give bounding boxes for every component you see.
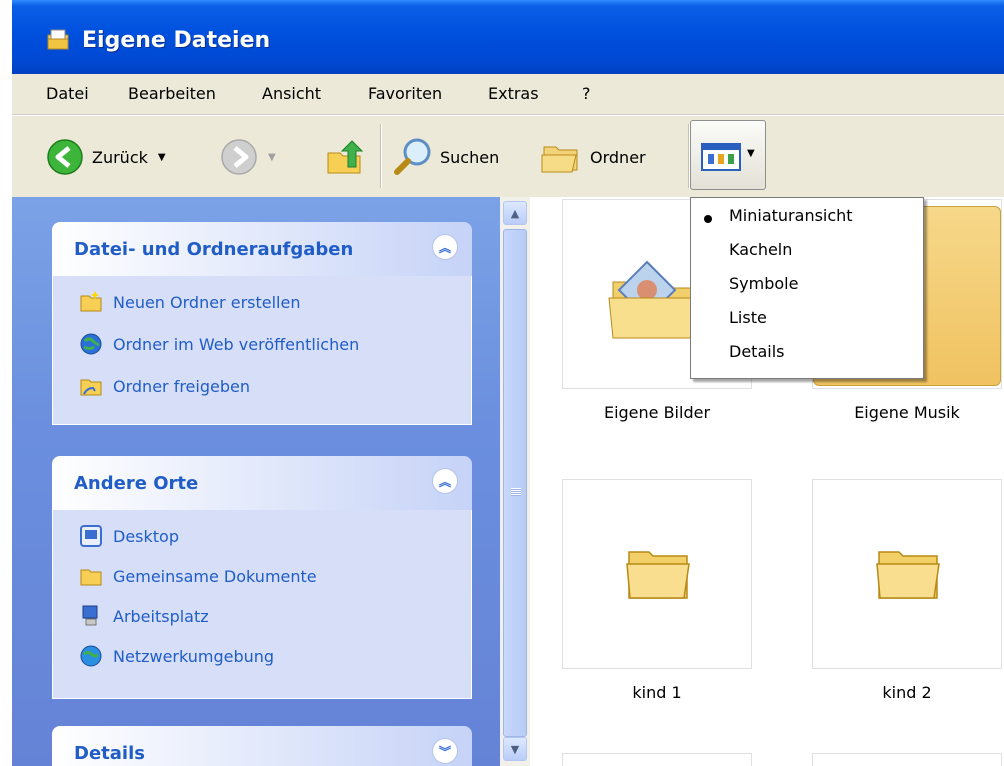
folders-button[interactable]: Ordner (540, 136, 646, 178)
view-option-miniaturansicht[interactable]: Miniaturansicht (729, 206, 853, 225)
item-label: Eigene Musik (854, 403, 960, 422)
selected-bullet-icon (704, 215, 712, 223)
title-bar[interactable]: Eigene Dateien (12, 0, 1004, 74)
item-label: kind 2 (882, 683, 932, 702)
desktop-icon (80, 525, 102, 547)
network-label: Netzwerkumgebung (113, 646, 275, 666)
share-folder-label: Ordner freigeben (113, 376, 250, 396)
menu-ansicht[interactable]: Ansicht (262, 84, 321, 103)
search-button[interactable]: Suchen (392, 136, 499, 178)
places-panel-body: Desktop Gemeinsame Dokumente Arbeitsplat… (52, 510, 472, 699)
menu-favoriten[interactable]: Favoriten (368, 84, 442, 103)
computer-icon (82, 605, 98, 626)
new-folder-link[interactable]: Neuen Ordner erstellen (79, 290, 300, 314)
view-option-symbole[interactable]: Symbole (729, 274, 798, 293)
collapse-icon[interactable]: ︽ (432, 468, 458, 494)
vertical-scrollbar[interactable]: ▲ ▼ (500, 197, 530, 766)
view-option-kacheln[interactable]: Kacheln (729, 240, 792, 259)
up-folder-button[interactable] (324, 136, 364, 178)
new-folder-label: Neuen Ordner erstellen (113, 292, 301, 312)
views-button[interactable]: ▼ (690, 120, 766, 190)
new-folder-icon (80, 291, 102, 312)
folder-icon (80, 569, 102, 586)
scroll-thumb[interactable] (503, 229, 527, 737)
menu-datei[interactable]: Datei (46, 84, 89, 103)
window-title: Eigene Dateien (82, 28, 271, 53)
details-panel-header[interactable]: Details ︾ (52, 726, 472, 766)
tasks-panel: Datei- und Ordneraufgaben ︽ Neuen Ordner… (52, 222, 472, 425)
back-arrow-icon (47, 139, 83, 175)
folder-icon (626, 551, 690, 599)
places-panel: Andere Orte ︽ Desktop Gemeinsame Dokumen… (52, 456, 472, 699)
thumbnail-kind-1[interactable] (562, 479, 752, 669)
tasks-panel-header[interactable]: Datei- und Ordneraufgaben ︽ (52, 222, 472, 276)
details-panel: Details ︾ (52, 726, 472, 766)
thumbnail-kind-2[interactable] (812, 479, 1002, 669)
publish-folder-link[interactable]: Ordner im Web veröffentlichen (79, 332, 359, 356)
views-dropdown-icon: ▼ (747, 148, 755, 159)
menu-bearbeiten[interactable]: Bearbeiten (128, 84, 216, 103)
desktop-link[interactable]: Desktop (79, 524, 179, 548)
up-folder-icon (327, 140, 364, 174)
shared-documents-label: Gemeinsame Dokumente (113, 566, 317, 586)
item-label: Eigene Bilder (603, 403, 711, 422)
view-option-liste[interactable]: Liste (729, 308, 767, 327)
folders-icon (541, 146, 578, 173)
explorer-window: Eigene Dateien Datei Bearbeiten Ansicht … (0, 0, 1004, 766)
desktop-label: Desktop (113, 526, 179, 546)
back-button[interactable]: Zurück ▼ (46, 136, 166, 178)
views-icon (701, 143, 741, 171)
tasks-panel-title: Datei- und Ordneraufgaben (74, 239, 354, 260)
forward-button[interactable]: ▼ (220, 136, 276, 178)
publish-folder-label: Ordner im Web veröffentlichen (113, 334, 360, 354)
places-panel-title: Andere Orte (74, 473, 199, 494)
web-publish-icon (80, 333, 102, 355)
my-computer-link[interactable]: Arbeitsplatz (79, 604, 209, 628)
tasks-panel-body: Neuen Ordner erstellen Ordner im Web ver… (52, 276, 472, 425)
expand-icon[interactable]: ︾ (432, 738, 458, 764)
my-computer-label: Arbeitsplatz (113, 606, 209, 626)
views-menu: Miniaturansicht Kacheln Symbole Liste De… (690, 197, 924, 379)
toolbar-separator (380, 124, 382, 188)
thumbnail-partial[interactable] (812, 753, 1002, 766)
network-globe-icon (80, 645, 102, 667)
scroll-up-button[interactable]: ▲ (503, 201, 527, 225)
shared-documents-link[interactable]: Gemeinsame Dokumente (79, 564, 317, 588)
my-documents-icon (47, 29, 69, 50)
folder-icon (876, 551, 940, 599)
forward-dropdown-icon[interactable]: ▼ (268, 152, 276, 163)
toolbar: Zurück ▼ ▼ Suchen Ordner (12, 115, 1004, 198)
search-icon (394, 138, 431, 175)
forward-arrow-icon (221, 139, 257, 175)
share-folder-link[interactable]: Ordner freigeben (79, 374, 250, 398)
places-panel-header[interactable]: Andere Orte ︽ (52, 456, 472, 510)
menu-bar: Datei Bearbeiten Ansicht Favoriten Extra… (12, 74, 1004, 115)
network-link[interactable]: Netzwerkumgebung (79, 644, 274, 668)
collapse-icon[interactable]: ︽ (432, 234, 458, 260)
share-folder-icon (80, 379, 102, 396)
back-label: Zurück (92, 147, 148, 167)
scroll-down-button[interactable]: ▼ (503, 737, 527, 761)
view-option-details[interactable]: Details (729, 342, 784, 361)
thumbnail-partial[interactable] (562, 753, 752, 766)
details-panel-title: Details (74, 743, 145, 764)
item-label: kind 1 (632, 683, 682, 702)
search-label: Suchen (440, 147, 500, 167)
menu-extras[interactable]: Extras (488, 84, 539, 103)
folders-label: Ordner (590, 147, 646, 167)
menu-help[interactable]: ? (582, 84, 591, 103)
back-dropdown-icon[interactable]: ▼ (158, 152, 166, 163)
